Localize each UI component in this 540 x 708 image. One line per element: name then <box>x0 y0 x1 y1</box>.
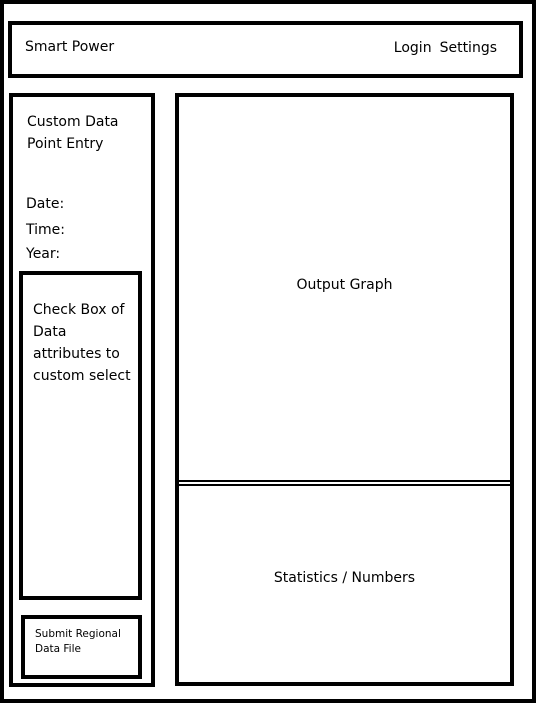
attribute-checkbox-panel[interactable]: Check Box of Data attributes to custom s… <box>19 271 142 600</box>
login-link[interactable]: Login <box>394 40 432 56</box>
statistics-panel: Statistics / Numbers <box>175 480 514 686</box>
output-graph-label: Output Graph <box>296 277 393 293</box>
submit-regional-data-button[interactable]: Submit Regional Data File <box>21 615 142 679</box>
sidebar-title: Custom Data Point Entry <box>27 114 119 152</box>
header-bar: Smart Power Login Settings <box>8 21 523 78</box>
time-field-label[interactable]: Time: <box>26 222 65 238</box>
checkbox-panel-label: Check Box of Data attributes to custom s… <box>33 302 131 384</box>
top-nav: Login Settings <box>394 40 497 56</box>
statistics-label: Statistics / Numbers <box>273 570 416 586</box>
year-field-label[interactable]: Year: <box>26 246 60 262</box>
app-title: Smart Power <box>25 39 115 55</box>
settings-link[interactable]: Settings <box>440 40 497 56</box>
date-field-label[interactable]: Date: <box>26 196 64 212</box>
output-graph-panel: Output Graph <box>175 93 514 486</box>
custom-entry-sidebar: Custom Data Point Entry Date: Time: Year… <box>9 93 155 687</box>
submit-button-label: Submit Regional Data File <box>35 628 121 655</box>
